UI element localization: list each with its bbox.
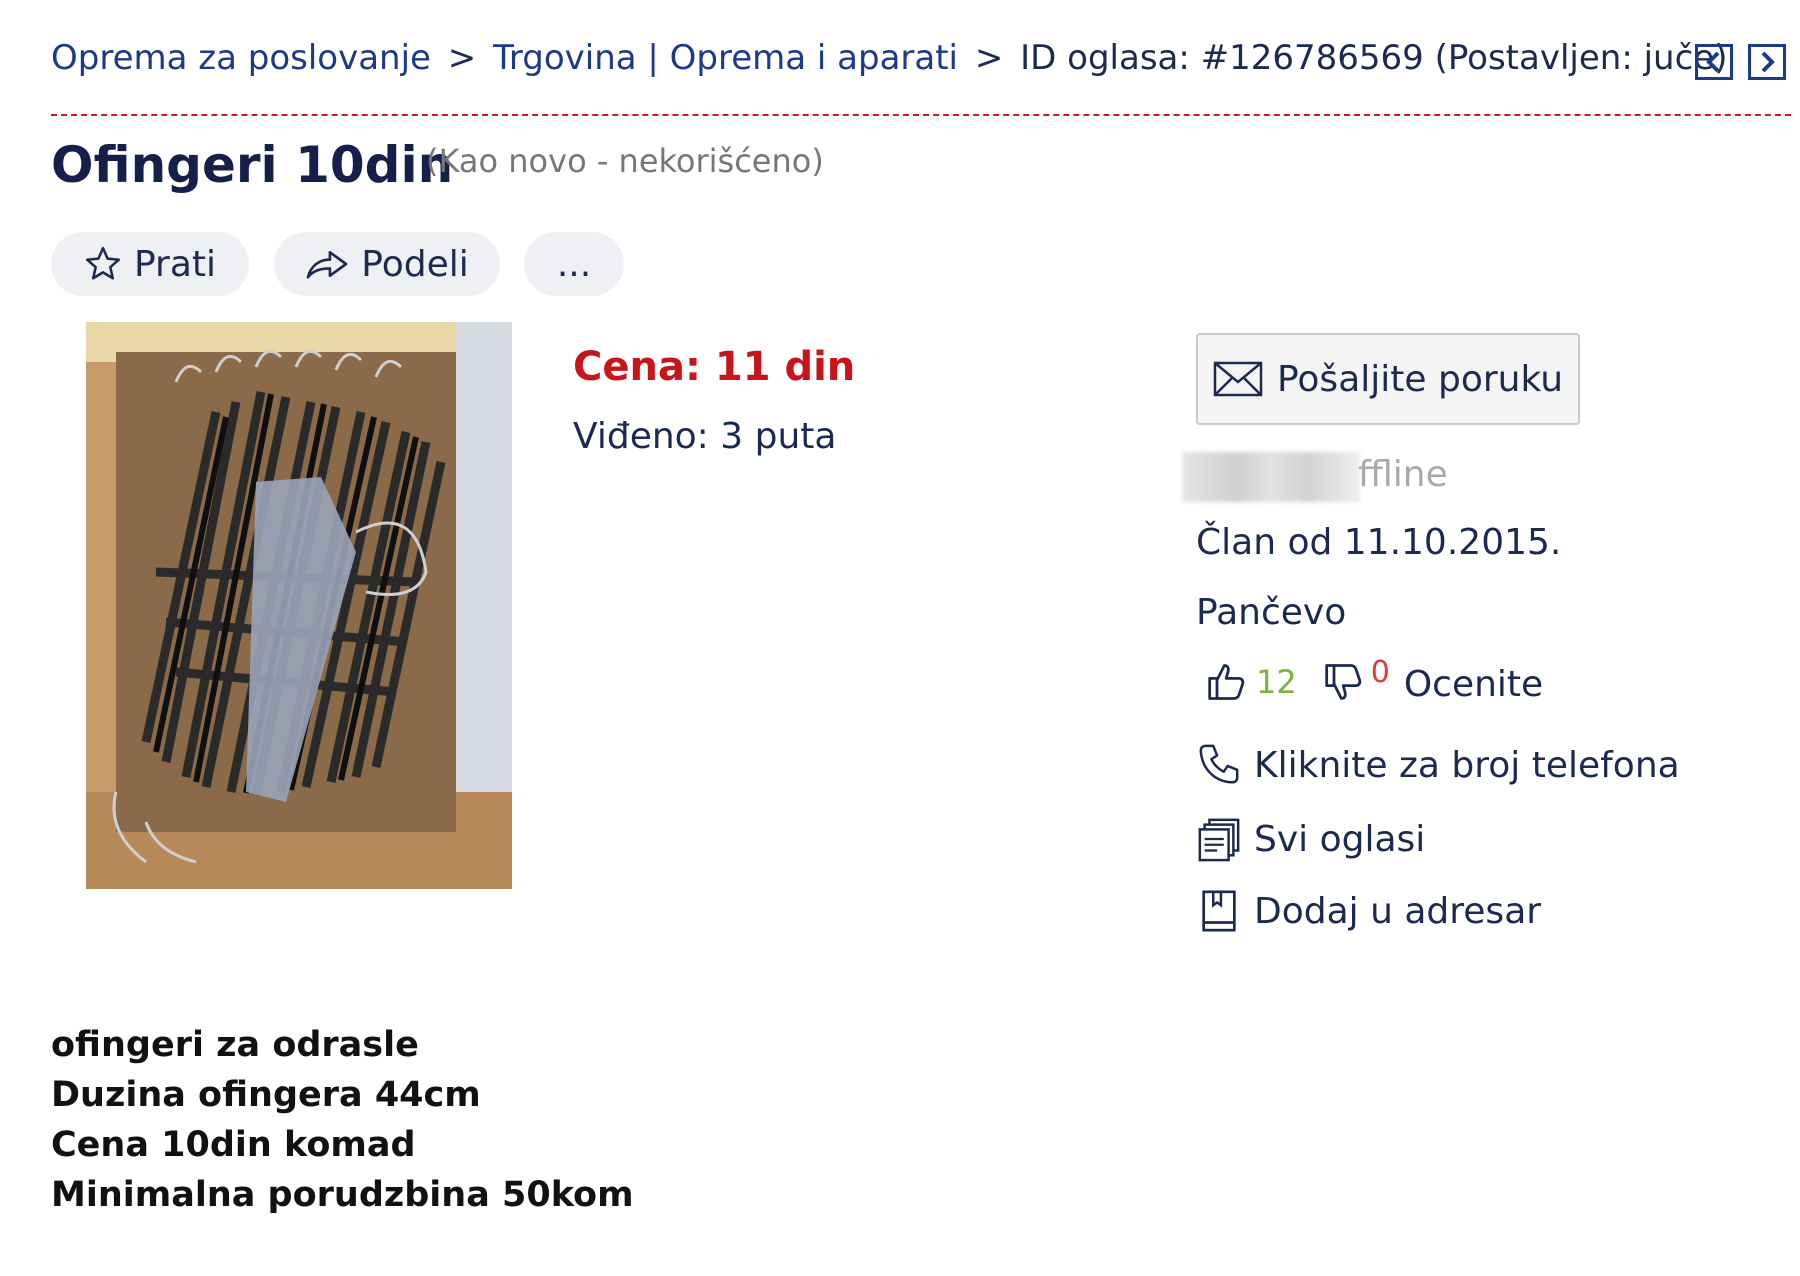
chevron-right-icon: [1761, 51, 1775, 73]
listing-description: ofingeri za odrasle Duzina ofingera 44cm…: [51, 1020, 634, 1220]
description-line: Minimalna porudzbina 50kom: [51, 1175, 634, 1215]
breadcrumb-separator: >: [974, 38, 1004, 78]
description-line: ofingeri za odrasle: [51, 1025, 419, 1065]
share-arrow-icon: [306, 250, 348, 279]
dislike-button[interactable]: 0: [1323, 655, 1390, 704]
all-ads-link[interactable]: Svi oglasi: [1196, 816, 1425, 862]
breadcrumb: Oprema za poslovanje > Trgovina | Oprema…: [51, 38, 1727, 78]
follow-label: Prati: [133, 243, 217, 285]
previous-ad-button[interactable]: [1695, 44, 1733, 80]
like-count: 12: [1256, 663, 1297, 701]
send-message-label: Pošaljite poruku: [1276, 358, 1564, 400]
more-label: ...: [556, 243, 592, 285]
breadcrumb-separator: >: [447, 38, 477, 78]
more-options-button[interactable]: ...: [524, 232, 624, 296]
view-count: Viđeno: 3 puta: [573, 416, 837, 457]
seller-status: ffline: [1358, 454, 1448, 495]
next-ad-button[interactable]: [1748, 44, 1786, 80]
header-divider: [51, 114, 1791, 116]
phone-label: Kliknite za broj telefona: [1254, 744, 1680, 786]
breadcrumb-link-subcategory[interactable]: Trgovina | Oprema i aparati: [493, 38, 958, 78]
price: Cena: 11 din: [573, 344, 856, 390]
send-message-button[interactable]: Pošaljite poruku: [1196, 333, 1580, 425]
follow-button[interactable]: Prati: [51, 232, 249, 296]
blurred-seller-name: [1182, 452, 1360, 502]
address-book-icon: [1202, 890, 1236, 932]
member-since: Član od 11.10.2015.: [1196, 522, 1562, 563]
like-button[interactable]: 12: [1206, 660, 1297, 704]
chevron-left-icon: [1706, 51, 1720, 73]
listing-title: Ofingeri 10din: [51, 136, 454, 194]
ad-id-text: ID oglasa: #126786569 (Postavljen: juče): [1020, 38, 1728, 78]
address-book-label: Dodaj u adresar: [1254, 890, 1542, 932]
hangers-in-box-image: [86, 322, 512, 889]
seller-location: Pančevo: [1196, 592, 1347, 633]
share-button[interactable]: Podeli: [274, 232, 500, 296]
description-line: Cena 10din komad: [51, 1125, 416, 1165]
breadcrumb-link-category[interactable]: Oprema za poslovanje: [51, 38, 431, 78]
listing-condition: (Kao novo - nekorišćeno): [426, 142, 824, 180]
all-ads-label: Svi oglasi: [1254, 818, 1426, 860]
add-to-address-book-link[interactable]: Dodaj u adresar: [1196, 888, 1541, 934]
phone-icon: [1199, 744, 1239, 784]
star-icon: [85, 246, 121, 280]
thumbs-down-icon: [1325, 664, 1361, 700]
product-photo[interactable]: [86, 322, 512, 889]
share-label: Podeli: [361, 243, 469, 285]
rate-seller-link[interactable]: Ocenite: [1404, 664, 1543, 705]
description-line: Duzina ofingera 44cm: [51, 1075, 481, 1115]
thumbs-up-icon: [1208, 664, 1245, 700]
seller-rating: 12 0 Ocenite: [1206, 655, 1543, 705]
envelope-icon: [1213, 361, 1263, 397]
dislike-count: 0: [1370, 654, 1390, 690]
phone-number-link[interactable]: Kliknite za broj telefona: [1196, 742, 1680, 788]
documents-icon: [1198, 818, 1240, 862]
